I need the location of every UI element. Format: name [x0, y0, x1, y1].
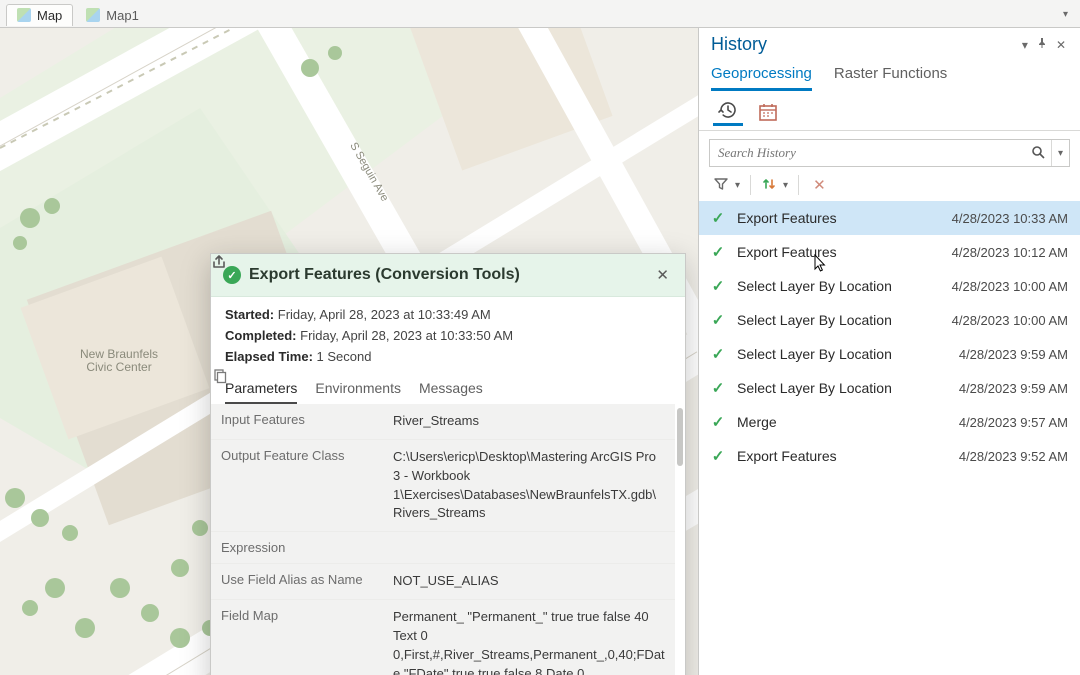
tab-map[interactable]: Map	[6, 4, 73, 26]
param-value: Permanent_ "Permanent_" true true false …	[383, 600, 675, 675]
param-key: Output Feature Class	[211, 440, 383, 531]
map-label-civic-center: New BraunfelsCivic Center	[80, 348, 158, 374]
scrollbar[interactable]	[677, 408, 683, 466]
close-icon[interactable]: ✕	[1052, 38, 1070, 52]
map-icon	[86, 8, 100, 22]
pin-icon[interactable]	[1032, 37, 1052, 52]
popup-meta: Started: Friday, April 28, 2023 at 10:33…	[211, 297, 685, 368]
history-item-timestamp: 4/28/2023 9:52 AM	[959, 449, 1068, 464]
history-title: History	[711, 34, 767, 55]
history-item[interactable]: ✓ Select Layer By Location 4/28/2023 9:5…	[699, 371, 1080, 405]
history-mode-recent-icon[interactable]	[713, 97, 743, 126]
history-item[interactable]: ✓ Export Features 4/28/2023 9:52 AM	[699, 439, 1080, 473]
history-search-input[interactable]	[710, 139, 1025, 167]
parameters-scroll[interactable]: Input FeaturesRiver_Streams Output Featu…	[211, 404, 675, 675]
share-icon[interactable]	[636, 273, 644, 277]
map-tabstrip: Map Map1 ▾	[0, 0, 1080, 28]
history-list[interactable]: ✓ Export Features 4/28/2023 10:33 AM ✓ E…	[699, 201, 1080, 675]
history-item-label: Select Layer By Location	[737, 278, 942, 294]
search-icon[interactable]	[1025, 145, 1051, 162]
history-item-timestamp: 4/28/2023 10:00 AM	[952, 279, 1068, 294]
history-item[interactable]: ✓ Export Features 4/28/2023 10:33 AM	[699, 201, 1080, 235]
param-key: Use Field Alias as Name	[211, 564, 383, 599]
history-item[interactable]: ✓ Select Layer By Location 4/28/2023 10:…	[699, 269, 1080, 303]
divider	[798, 175, 799, 195]
param-value: NOT_USE_ALIAS	[383, 564, 675, 599]
history-item-label: Export Features	[737, 210, 942, 226]
popup-tabs: Parameters Environments Messages	[211, 368, 685, 404]
history-title-bar: History ▾ ✕	[699, 28, 1080, 57]
tab-parameters[interactable]: Parameters	[225, 374, 297, 404]
history-item-label: Select Layer By Location	[737, 346, 949, 362]
map-view[interactable]: New BraunfelsCivic Center S Seguin Ave ✓…	[0, 28, 698, 675]
param-value: C:\Users\ericp\Desktop\Mastering ArcGIS …	[383, 440, 675, 531]
success-icon: ✓	[709, 345, 727, 363]
success-icon: ✓	[709, 379, 727, 397]
success-icon: ✓	[709, 243, 727, 261]
param-key: Field Map	[211, 600, 383, 675]
history-item[interactable]: ✓ Merge 4/28/2023 9:57 AM	[699, 405, 1080, 439]
tab-raster-functions[interactable]: Raster Functions	[834, 59, 947, 91]
history-panel: History ▾ ✕ Geoprocessing Raster Functio…	[698, 28, 1080, 675]
history-mode-calendar-icon[interactable]	[753, 99, 783, 125]
map-icon	[17, 8, 31, 22]
history-item-timestamp: 4/28/2023 10:12 AM	[952, 245, 1068, 260]
tabstrip-chevron-down-icon[interactable]: ▾	[1057, 9, 1074, 20]
param-key: Input Features	[211, 404, 383, 439]
tab-map1-label: Map1	[106, 8, 139, 23]
history-filter-bar: ▾ ▾ ✕	[699, 175, 1080, 201]
sort-icon[interactable]	[761, 176, 777, 195]
parameters-table: Input FeaturesRiver_Streams Output Featu…	[211, 404, 685, 675]
history-search: ▾	[709, 139, 1070, 167]
history-tabs: Geoprocessing Raster Functions	[699, 57, 1080, 91]
search-chevron-down-icon[interactable]: ▾	[1051, 140, 1069, 166]
success-icon: ✓	[709, 277, 727, 295]
param-key: Expression	[211, 532, 383, 563]
tab-messages[interactable]: Messages	[419, 374, 483, 404]
history-item-label: Merge	[737, 414, 949, 430]
popup-header: ✓ Export Features (Conversion Tools) ✕	[211, 254, 685, 297]
close-icon[interactable]: ✕	[652, 264, 673, 286]
history-item-label: Select Layer By Location	[737, 380, 949, 396]
success-icon: ✓	[709, 209, 727, 227]
tab-geoprocessing[interactable]: Geoprocessing	[711, 59, 812, 91]
tab-map1[interactable]: Map1	[75, 4, 150, 26]
history-item-label: Export Features	[737, 448, 949, 464]
sort-chevron-down-icon[interactable]: ▾	[783, 180, 788, 191]
history-item-label: Export Features	[737, 244, 942, 260]
popup-title: Export Features (Conversion Tools)	[249, 266, 520, 284]
history-item[interactable]: ✓ Select Layer By Location 4/28/2023 9:5…	[699, 337, 1080, 371]
tab-environments[interactable]: Environments	[315, 374, 401, 404]
history-item-timestamp: 4/28/2023 9:57 AM	[959, 415, 1068, 430]
clear-filter-icon[interactable]: ✕	[809, 176, 830, 194]
success-icon: ✓	[709, 447, 727, 465]
history-item-timestamp: 4/28/2023 9:59 AM	[959, 347, 1068, 362]
success-icon: ✓	[709, 311, 727, 329]
chevron-down-icon[interactable]: ▾	[1018, 38, 1032, 52]
history-item[interactable]: ✓ Export Features 4/28/2023 10:12 AM	[699, 235, 1080, 269]
history-item[interactable]: ✓ Select Layer By Location 4/28/2023 10:…	[699, 303, 1080, 337]
divider	[750, 175, 751, 195]
tab-map-label: Map	[37, 8, 62, 23]
success-icon: ✓	[709, 413, 727, 431]
history-item-timestamp: 4/28/2023 10:00 AM	[952, 313, 1068, 328]
history-item-label: Select Layer By Location	[737, 312, 942, 328]
param-value: River_Streams	[383, 404, 675, 439]
history-view-modes	[699, 91, 1080, 131]
filter-chevron-down-icon[interactable]: ▾	[735, 180, 740, 191]
param-value	[383, 532, 675, 563]
history-item-timestamp: 4/28/2023 10:33 AM	[952, 211, 1068, 226]
gp-result-popup: ✓ Export Features (Conversion Tools) ✕ S…	[210, 253, 686, 675]
filter-icon[interactable]	[713, 176, 729, 195]
history-item-timestamp: 4/28/2023 9:59 AM	[959, 381, 1068, 396]
